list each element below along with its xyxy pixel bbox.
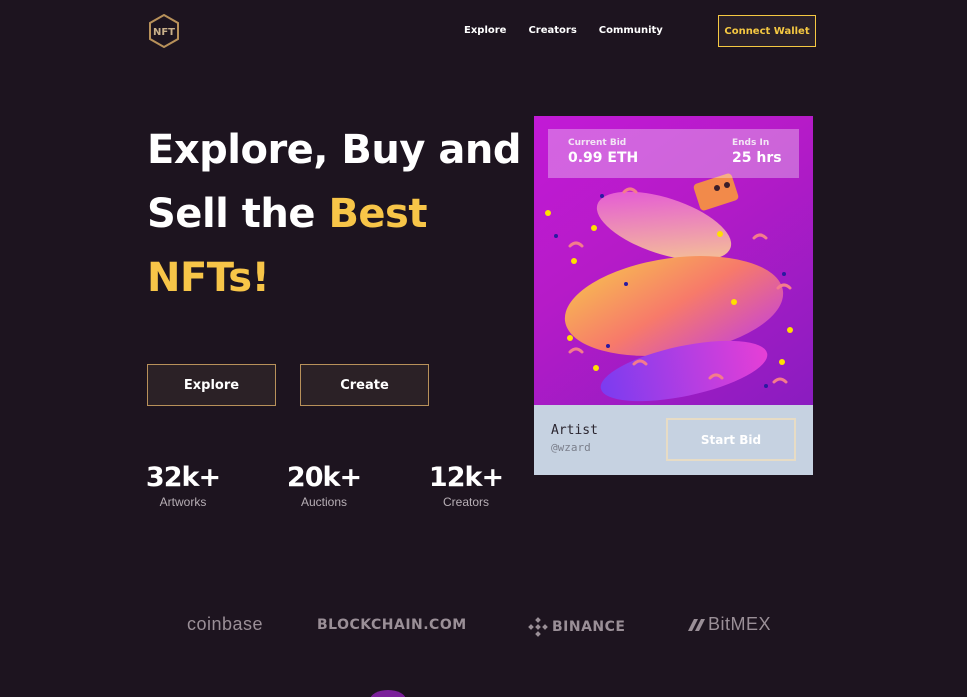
stat-value: 20k+: [286, 462, 362, 493]
decorative-orb: [370, 690, 406, 697]
hexagon-logo-icon: NFT: [149, 13, 179, 49]
stat-value: 12k+: [428, 462, 504, 493]
ends-in-value: 25 hrs: [732, 150, 782, 166]
current-bid-label: Current Bid: [568, 138, 627, 148]
nav-creators[interactable]: Creators: [528, 25, 576, 36]
logo-text: NFT: [153, 27, 175, 38]
nav-community[interactable]: Community: [599, 25, 663, 36]
hero-title-line1: Explore, Buy and: [147, 127, 522, 173]
connect-wallet-button[interactable]: Connect Wallet: [718, 15, 816, 47]
binance-logo: BINANCE: [528, 617, 626, 637]
bitmex-logo: BitMEX: [686, 614, 771, 635]
hero-title: Explore, Buy and Sell the Best NFTs!: [147, 118, 527, 310]
bitmex-text: BitMEX: [708, 614, 772, 634]
stat-creators: 12k+ Creators: [426, 462, 506, 509]
current-bid-value: 0.99 ETH: [568, 150, 639, 166]
stat-auctions: 20k+ Auctions: [284, 462, 364, 509]
binance-diamond-icon: [528, 617, 548, 637]
binance-text: BINANCE: [552, 619, 626, 635]
nft-card[interactable]: Current Bid 0.99 ETH Ends In 25 hrs Arti…: [534, 116, 813, 475]
stat-value: 32k+: [145, 462, 221, 493]
artist-handle[interactable]: @wzard: [551, 441, 591, 454]
blockchain-logo: BLOCKCHAIN.COM: [317, 617, 467, 633]
start-bid-button[interactable]: Start Bid: [666, 418, 796, 461]
stat-artworks: 32k+ Artworks: [143, 462, 223, 509]
hero-title-accent: Best: [328, 191, 427, 237]
stat-label: Creators: [442, 495, 489, 509]
nft-logo[interactable]: NFT: [148, 13, 180, 49]
card-footer: Artist @wzard Start Bid: [534, 405, 813, 475]
bitmex-slash-icon: [688, 618, 705, 631]
main-nav: Explore Creators Community: [464, 25, 663, 36]
nft-artwork: Current Bid 0.99 ETH Ends In 25 hrs: [534, 116, 813, 405]
explore-button[interactable]: Explore: [147, 364, 276, 406]
stat-label: Artworks: [159, 495, 207, 509]
ends-in-label: Ends In: [732, 138, 770, 148]
hero-title-line2: Sell the: [147, 191, 329, 237]
bid-info-box: Current Bid 0.99 ETH Ends In 25 hrs: [548, 129, 799, 178]
nav-explore[interactable]: Explore: [464, 25, 506, 36]
hero-title-accent-nfts: NFTs!: [147, 255, 270, 301]
create-button[interactable]: Create: [300, 364, 429, 406]
coinbase-logo: coinbase: [187, 614, 264, 634]
artist-label: Artist: [551, 423, 598, 438]
stat-label: Auctions: [300, 495, 348, 509]
